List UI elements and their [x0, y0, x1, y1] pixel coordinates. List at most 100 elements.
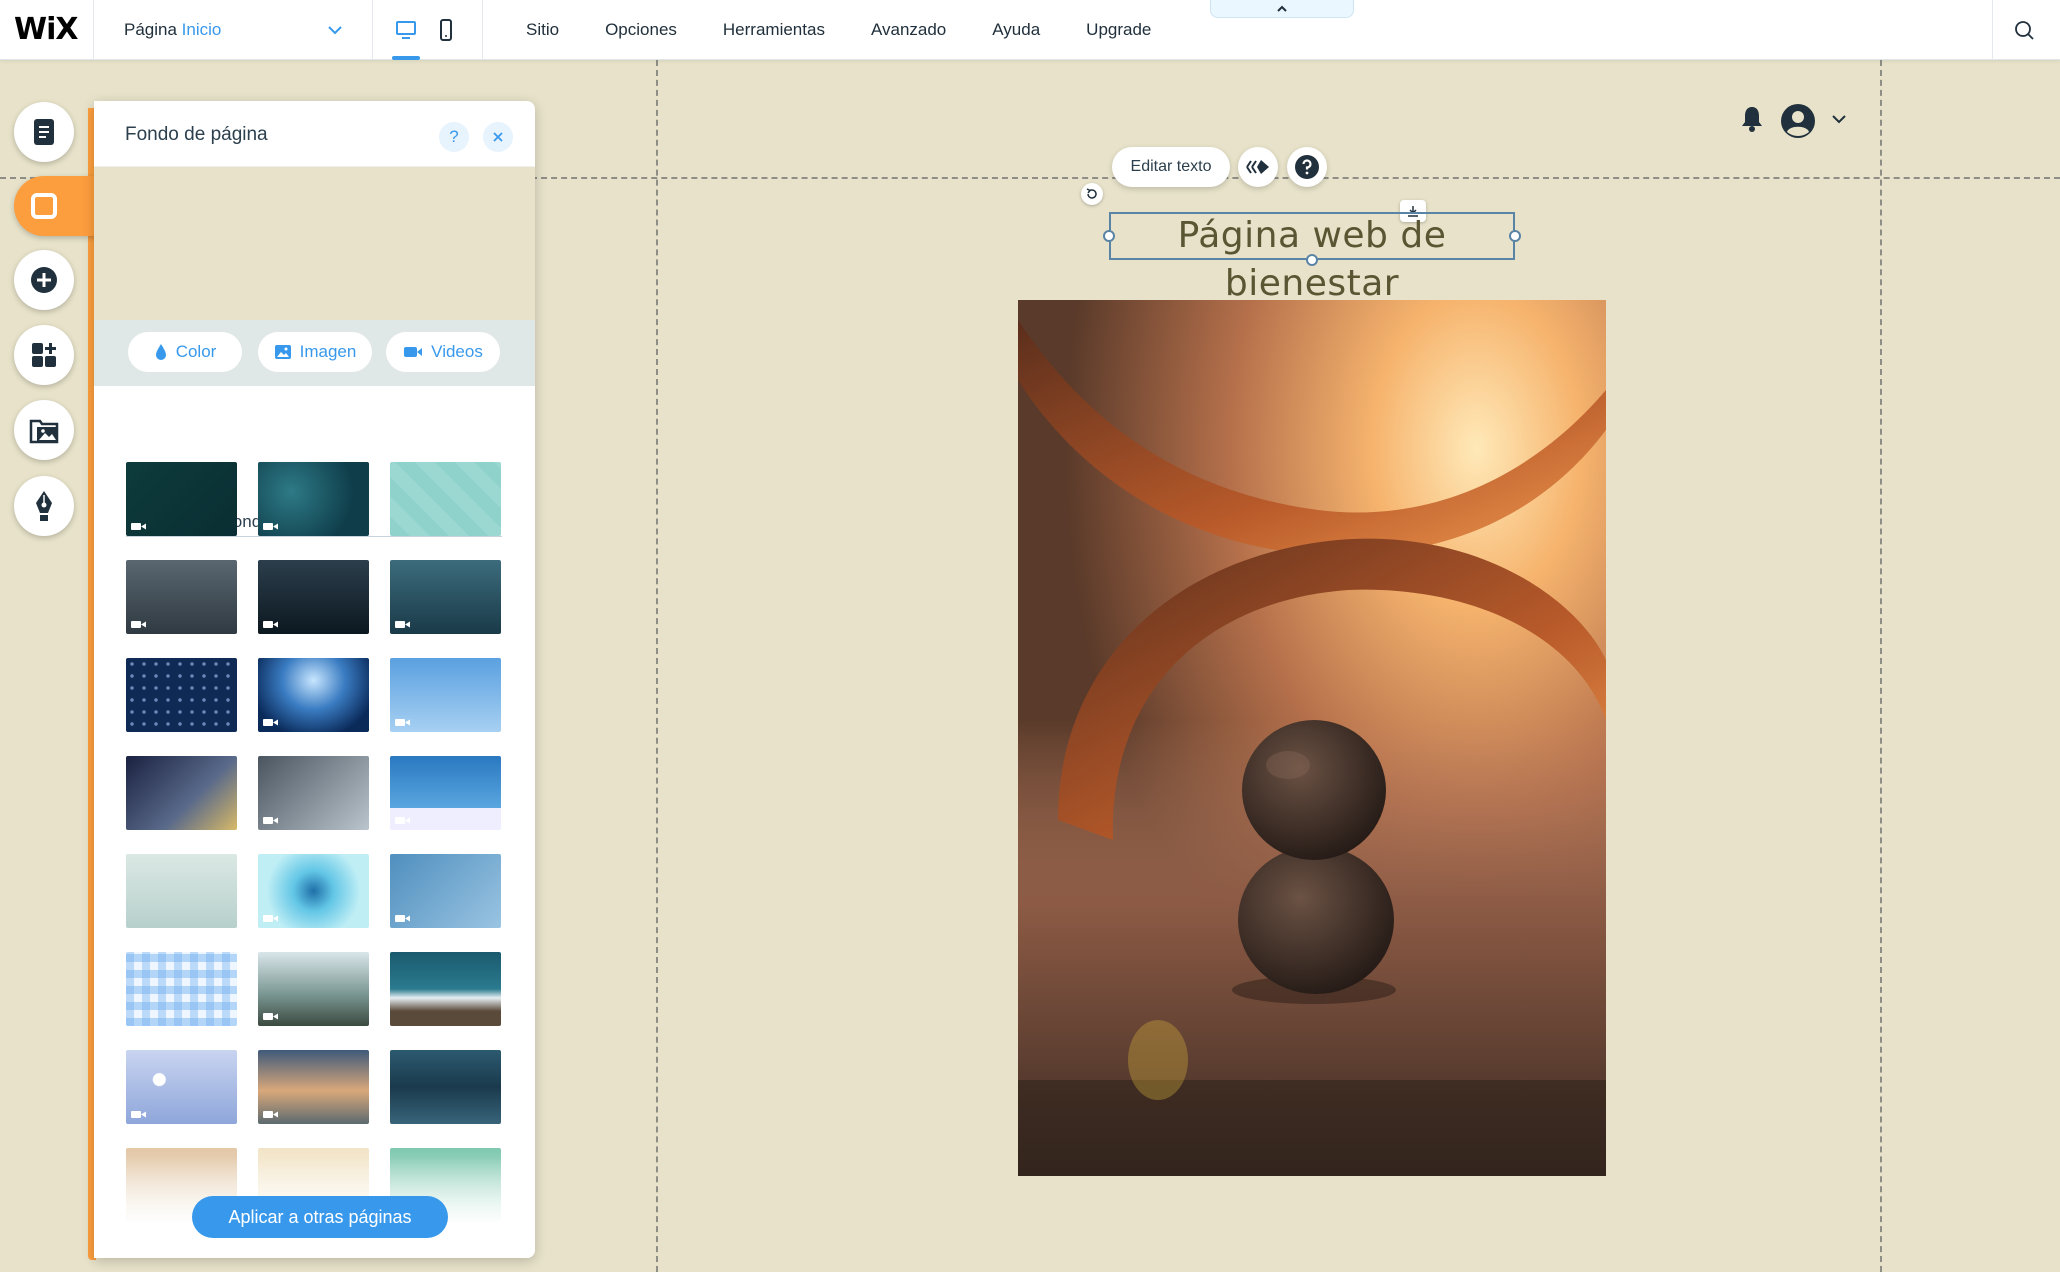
- background-thumbnail[interactable]: [126, 854, 237, 928]
- background-thumbnail[interactable]: [258, 560, 369, 634]
- background-thumbnail[interactable]: [390, 560, 501, 634]
- chevron-up-icon: [1277, 5, 1287, 12]
- menu-item-opciones[interactable]: Opciones: [605, 20, 677, 40]
- background-thumbnail[interactable]: [390, 462, 501, 536]
- animation-button[interactable]: [1238, 147, 1278, 187]
- background-thumbnail[interactable]: [126, 1050, 237, 1124]
- panel-title: Fondo de página: [125, 124, 268, 145]
- close-icon: [493, 132, 503, 142]
- background-thumbnail[interactable]: [126, 462, 237, 536]
- background-thumbnail[interactable]: [126, 560, 237, 634]
- video-camera-icon: [395, 915, 410, 922]
- rotate-handle[interactable]: [1081, 183, 1103, 205]
- background-thumbnail[interactable]: [126, 952, 237, 1026]
- pen-nib-icon: [36, 491, 52, 521]
- video-camera-icon: [131, 523, 146, 530]
- edit-text-button[interactable]: Editar texto: [1112, 147, 1230, 187]
- chevron-down-icon[interactable]: [1830, 112, 1848, 126]
- element-help-button[interactable]: [1287, 147, 1327, 187]
- resize-handle-bottom[interactable]: [1306, 254, 1318, 266]
- video-camera-icon: [263, 719, 278, 726]
- app-market-button[interactable]: [14, 325, 74, 385]
- active-device-indicator: [392, 56, 420, 60]
- wellness-stones-image[interactable]: [1018, 300, 1606, 1176]
- background-thumbnail[interactable]: [258, 952, 369, 1026]
- background-thumbnail[interactable]: [258, 1050, 369, 1124]
- page-selector-value: Inicio: [181, 20, 222, 39]
- resize-handle-right[interactable]: [1509, 230, 1521, 242]
- divider: [372, 0, 373, 60]
- chevron-down-icon[interactable]: [326, 18, 344, 42]
- pages-icon: [34, 119, 54, 145]
- image-tab-label: Imagen: [299, 342, 357, 361]
- avatar-icon[interactable]: [1780, 103, 1816, 139]
- background-thumbnail[interactable]: [390, 952, 501, 1026]
- videos-tab[interactable]: Videos: [386, 332, 500, 372]
- image-tab[interactable]: Imagen: [258, 332, 372, 372]
- page-background-panel: Fondo de página ? Color Imagen Videos Se…: [94, 101, 535, 1258]
- background-type-tabs: Color Imagen Videos: [94, 320, 535, 386]
- main-menu: Sitio Opciones Herramientas Avanzado Ayu…: [526, 20, 1197, 40]
- apply-to-other-pages-button[interactable]: Aplicar a otras páginas: [192, 1196, 448, 1238]
- page-selector-label: Página: [124, 20, 177, 39]
- background-thumbnail[interactable]: [390, 854, 501, 928]
- background-thumbnail[interactable]: [258, 854, 369, 928]
- background-thumbnail[interactable]: [258, 658, 369, 732]
- mobile-view-button[interactable]: [429, 15, 463, 45]
- help-icon: ?: [449, 127, 459, 146]
- video-camera-icon: [395, 817, 410, 824]
- divider: [482, 0, 483, 60]
- animation-icon: [1246, 160, 1269, 174]
- background-thumbnail[interactable]: [390, 756, 501, 830]
- video-camera-icon: [131, 1111, 146, 1118]
- video-camera-icon: [131, 621, 146, 628]
- desktop-view-button[interactable]: [389, 15, 423, 45]
- menu-item-sitio[interactable]: Sitio: [526, 20, 559, 40]
- apps-icon: [32, 343, 56, 367]
- video-camera-icon: [263, 523, 278, 530]
- media-button[interactable]: [14, 400, 74, 460]
- background-thumbnail[interactable]: [390, 1050, 501, 1124]
- background-thumbnail[interactable]: [126, 756, 237, 830]
- page-selector[interactable]: Página Inicio: [124, 20, 221, 40]
- background-icon: [31, 193, 57, 219]
- collapse-toolbar-tab[interactable]: [1210, 0, 1354, 18]
- video-camera-icon: [263, 1013, 278, 1020]
- stones-arch-photo: [1018, 300, 1606, 1176]
- top-bar: WiX Página Inicio Sitio Opciones Herrami…: [0, 0, 2060, 60]
- search-icon[interactable]: [2012, 18, 2036, 42]
- help-button[interactable]: ?: [439, 122, 469, 152]
- menu-item-avanzado[interactable]: Avanzado: [871, 20, 946, 40]
- wix-logo[interactable]: WiX: [14, 12, 79, 47]
- video-camera-icon: [263, 915, 278, 922]
- background-thumbnail[interactable]: [390, 658, 501, 732]
- close-button[interactable]: [483, 122, 513, 152]
- video-camera-icon: [263, 1111, 278, 1118]
- video-camera-icon: [263, 817, 278, 824]
- background-preview: [94, 167, 535, 320]
- color-tab[interactable]: Color: [128, 332, 242, 372]
- pages-button[interactable]: [14, 102, 74, 162]
- background-thumbnail[interactable]: [258, 756, 369, 830]
- video-camera-icon: [263, 621, 278, 628]
- background-thumbnail[interactable]: [258, 462, 369, 536]
- videos-tab-label: Videos: [431, 342, 483, 361]
- bell-icon[interactable]: [1740, 104, 1764, 134]
- resize-handle-left[interactable]: [1103, 230, 1115, 242]
- selection-frame: [1109, 212, 1515, 260]
- background-button[interactable]: [14, 176, 98, 236]
- background-thumbnail[interactable]: [126, 658, 237, 732]
- mobile-icon: [440, 19, 452, 41]
- video-camera-icon: [404, 347, 423, 357]
- blog-button[interactable]: [14, 476, 74, 536]
- menu-item-upgrade[interactable]: Upgrade: [1086, 20, 1151, 40]
- menu-item-herramientas[interactable]: Herramientas: [723, 20, 825, 40]
- add-button[interactable]: [14, 250, 74, 310]
- plus-circle-icon: [31, 267, 57, 293]
- menu-item-ayuda[interactable]: Ayuda: [992, 20, 1040, 40]
- video-camera-icon: [395, 621, 410, 628]
- image-icon: [274, 345, 291, 359]
- panel-header: Fondo de página ?: [94, 101, 535, 167]
- help-icon: [1295, 155, 1319, 179]
- section-divider: [126, 536, 502, 537]
